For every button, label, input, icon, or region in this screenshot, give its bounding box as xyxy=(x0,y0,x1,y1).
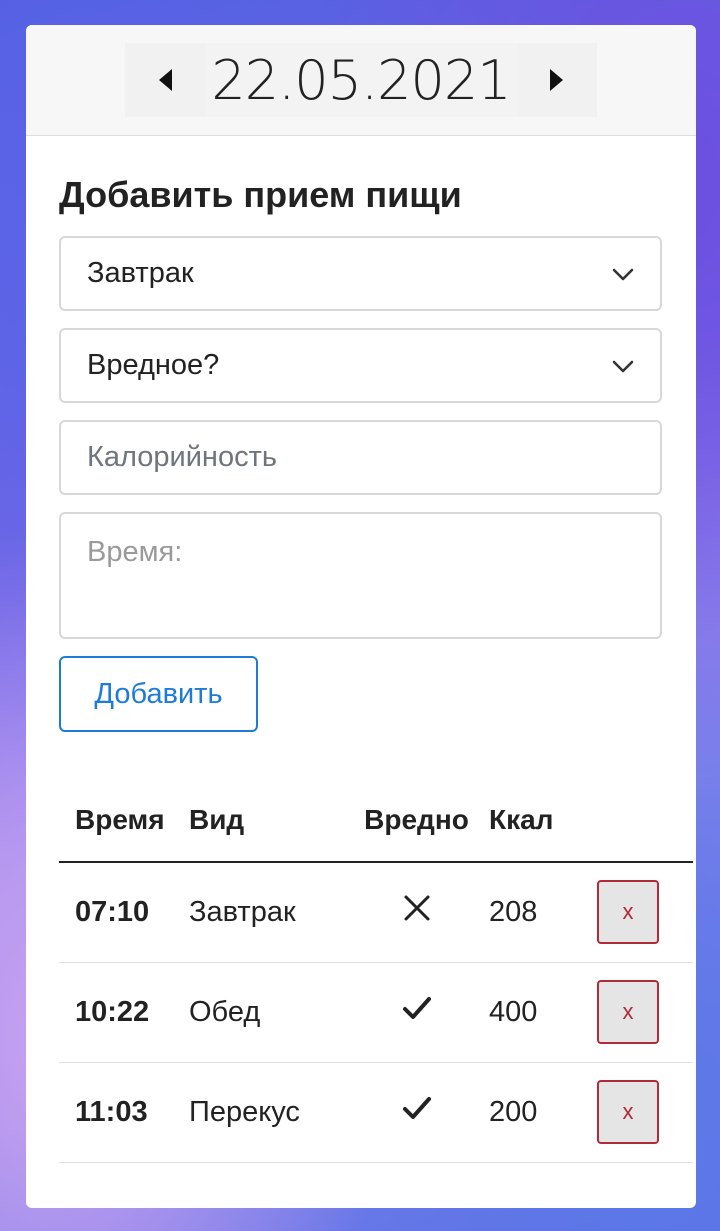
time-placeholder: Время: xyxy=(87,536,183,568)
chevron-down-icon xyxy=(612,360,634,372)
calories-input[interactable]: Калорийность xyxy=(59,420,662,495)
check-icon xyxy=(402,1097,431,1119)
meals-table: Время Вид Вредно Ккал 07:10 Завтрак 208 xyxy=(59,778,693,1163)
unhealthy-select[interactable]: Вредное? xyxy=(59,328,662,403)
row-kind: Завтрак xyxy=(189,862,344,963)
caret-right-icon xyxy=(549,69,563,91)
prev-day-button[interactable] xyxy=(125,43,206,117)
cross-icon xyxy=(404,895,429,921)
header-kcal: Ккал xyxy=(489,778,589,863)
unhealthy-value: Вредное? xyxy=(87,349,220,381)
date-header: 22.05.2021 xyxy=(26,25,696,136)
table-header-row: Время Вид Вредно Ккал xyxy=(59,778,693,863)
header-time: Время xyxy=(59,778,189,863)
check-icon xyxy=(402,997,431,1019)
header-unhealthy: Вредно xyxy=(344,778,489,863)
form-section: Добавить прием пищи Завтрак Вредное? Кал… xyxy=(26,136,696,1163)
row-time: 11:03 xyxy=(59,1062,189,1163)
time-input[interactable]: Время: xyxy=(59,512,662,639)
delete-row-button[interactable]: x xyxy=(597,1080,659,1144)
row-kcal: 208 xyxy=(489,862,589,963)
current-date: 22.05.2021 xyxy=(211,48,511,112)
row-kcal: 400 xyxy=(489,962,589,1063)
table-row: 11:03 Перекус 200 x xyxy=(59,1062,693,1163)
calories-placeholder: Калорийность xyxy=(87,441,277,473)
delete-row-button[interactable]: x xyxy=(597,980,659,1044)
row-time: 07:10 xyxy=(59,862,189,963)
row-kcal: 200 xyxy=(489,1062,589,1163)
header-kind: Вид xyxy=(189,778,344,863)
row-time: 10:22 xyxy=(59,962,189,1063)
add-meal-button[interactable]: Добавить xyxy=(59,656,258,732)
meal-card: 22.05.2021 Добавить прием пищи Завтрак В… xyxy=(26,25,696,1208)
caret-left-icon xyxy=(159,69,173,91)
next-day-button[interactable] xyxy=(516,43,597,117)
delete-row-button[interactable]: x xyxy=(597,880,659,945)
header-actions xyxy=(589,778,693,863)
chevron-down-icon xyxy=(612,268,634,280)
form-title: Добавить прием пищи xyxy=(59,174,462,215)
meal-type-value: Завтрак xyxy=(87,257,194,289)
table-row: 07:10 Завтрак 208 x xyxy=(59,862,693,963)
date-navigator: 22.05.2021 xyxy=(125,43,597,117)
row-kind: Перекус xyxy=(189,1062,344,1163)
table-row: 10:22 Обед 400 x xyxy=(59,962,693,1063)
row-kind: Обед xyxy=(189,962,344,1063)
meal-type-select[interactable]: Завтрак xyxy=(59,236,662,311)
